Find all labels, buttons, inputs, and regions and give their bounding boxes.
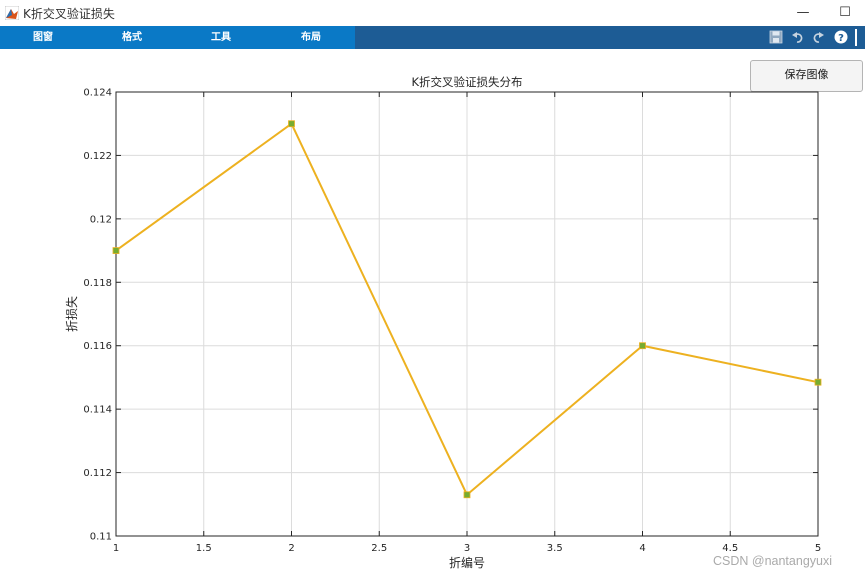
x-tick-label: 4 (639, 543, 645, 554)
tab-format[interactable]: 格式 (122, 26, 142, 49)
x-tick-label: 3.5 (547, 543, 563, 554)
window-title: K折交叉验证损失 (23, 7, 115, 21)
watermark: CSDN @nantangyuxi (713, 554, 832, 568)
y-tick-label: 0.118 (83, 278, 112, 289)
y-tick-label: 0.124 (83, 88, 112, 99)
save-icon[interactable] (769, 30, 783, 44)
data-point (814, 378, 822, 386)
matlab-icon (5, 6, 19, 20)
toolstrip-divider (855, 29, 857, 46)
data-point (639, 342, 646, 350)
undo-icon[interactable] (791, 30, 805, 44)
x-tick-label: 1 (113, 543, 119, 554)
y-tick-label: 0.122 (83, 151, 112, 162)
x-axis-label: 折编号 (449, 555, 485, 570)
x-tick-label: 3 (464, 543, 470, 554)
help-icon[interactable]: ? (834, 30, 848, 44)
data-point (112, 247, 120, 254)
x-tick-label: 1.5 (196, 543, 212, 554)
line-chart: 1 1.5 2 2.5 3 3.5 4 4.5 5 0.11 0.112 0.114 0.116 0.11… (64, 75, 822, 570)
chart-title: K折交叉验证损失分布 (411, 75, 522, 89)
y-tick-label: 0.116 (83, 341, 112, 352)
x-tick-label: 5 (815, 543, 821, 554)
y-tick-label: 0.11 (90, 532, 112, 543)
y-tick-label: 0.114 (83, 405, 112, 416)
tab-figure[interactable]: 图窗 (33, 26, 53, 49)
data-point (463, 491, 471, 499)
data-point (288, 120, 295, 128)
minimize-button[interactable]: — (785, 2, 821, 24)
toolstrip-tabs: 图窗 格式 工具 布局 (0, 26, 355, 49)
y-tick-label: 0.12 (90, 214, 112, 225)
window-title-bar: K折交叉验证损失 — ☐ (0, 0, 865, 27)
x-tick-label: 2.5 (371, 543, 387, 554)
figure-toolstrip: 图窗 格式 工具 布局 ? (0, 26, 865, 49)
x-tick-label: 4.5 (722, 543, 738, 554)
tab-tools[interactable]: 工具 (211, 26, 231, 49)
y-tick-label: 0.112 (83, 468, 112, 479)
svg-text:?: ? (838, 33, 844, 44)
redo-icon[interactable] (811, 30, 825, 44)
tab-layout[interactable]: 布局 (301, 26, 321, 49)
x-tick-label: 2 (288, 543, 294, 554)
maximize-button[interactable]: ☐ (827, 2, 863, 24)
y-axis-label: 折损失 (64, 296, 79, 332)
